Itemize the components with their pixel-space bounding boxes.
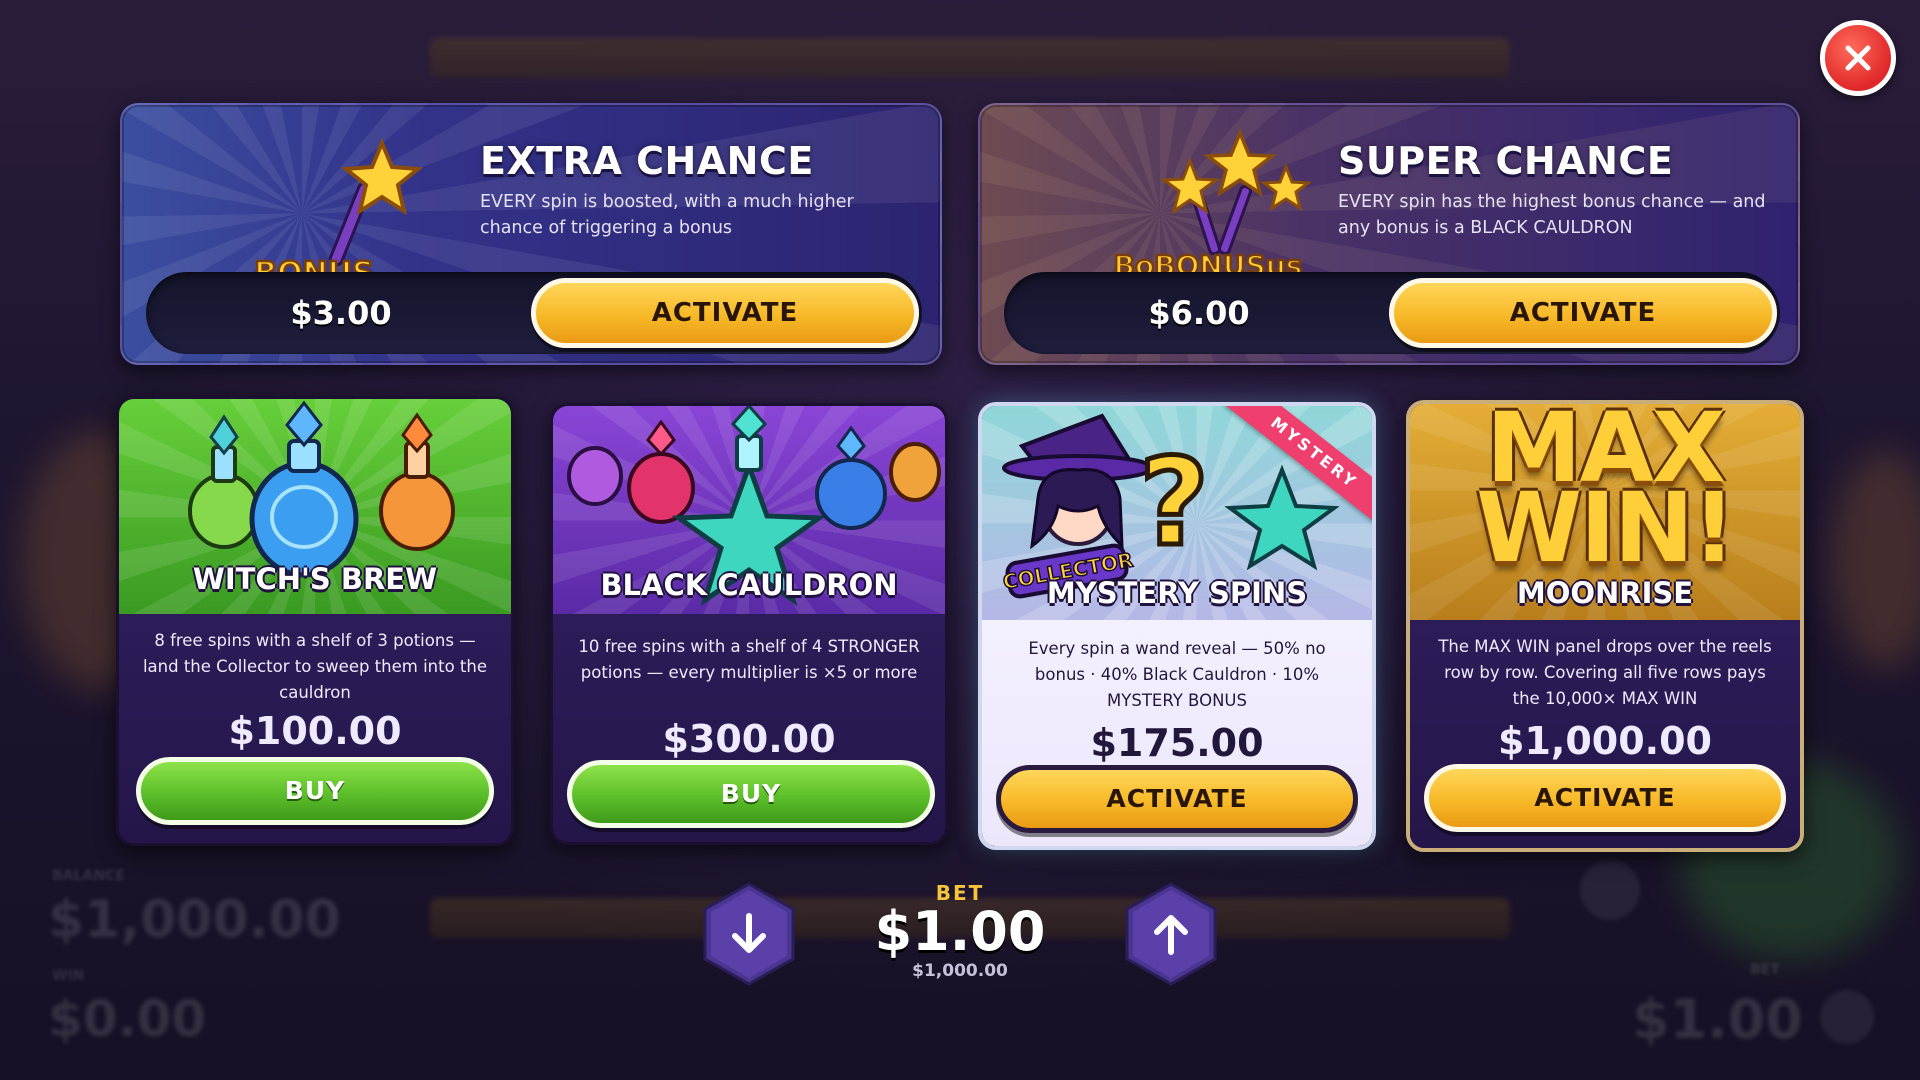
close-button[interactable] (1820, 20, 1896, 96)
witchs-brew-body: 8 free spins with a shelf of 3 potions —… (119, 614, 511, 843)
moonrise-price: $1,000.00 (1498, 719, 1712, 763)
extra-chance-price: $3.00 (290, 294, 392, 332)
extra-chance-title: EXTRA CHANCE (480, 139, 814, 183)
moonrise-card: MAX WIN! MOONRISE The MAX WIN panel drop… (1406, 400, 1804, 852)
background-win-label: WIN (52, 968, 85, 984)
black-cauldron-description: 10 free spins with a shelf of 4 STRONGER… (578, 637, 920, 682)
mystery-spins-body: Every spin a wand reveal — 50% no bonus … (982, 620, 1372, 846)
mystery-spins-price: $175.00 (1090, 721, 1264, 765)
moonrise-body: The MAX WIN panel drops over the reels r… (1410, 620, 1800, 848)
black-cauldron-card: BLACK CAULDRON 10 free spins with a shel… (550, 403, 948, 845)
black-cauldron-title: BLACK CAULDRON (600, 568, 898, 602)
witchs-brew-card: WITCH'S BREW 8 free spins with a shelf o… (116, 396, 514, 846)
super-chance-panel: BoBONUSus SUPER CHANCE EVERY spin has th… (978, 103, 1800, 365)
bonus-wand-icon: BONUS (253, 137, 424, 292)
super-chance-title: SUPER CHANCE (1338, 139, 1674, 183)
background-balance-value: $1,000.00 (48, 890, 341, 950)
background-win-value: $0.00 (48, 990, 207, 1048)
moonrise-art: MAX WIN! MOONRISE (1410, 404, 1800, 620)
mystery-spins-activate-button[interactable]: ACTIVATE (996, 765, 1358, 833)
super-chance-price-bar: $6.00 ACTIVATE (1004, 272, 1780, 354)
background-beam-top (430, 38, 1510, 78)
black-cauldron-price: $300.00 (662, 717, 836, 761)
extra-chance-activate-button[interactable]: ACTIVATE (531, 278, 919, 348)
super-chance-activate-button[interactable]: ACTIVATE (1389, 278, 1777, 348)
bet-value: $1.00 (874, 900, 1046, 963)
extra-chance-price-bar: $3.00 ACTIVATE (146, 272, 922, 354)
black-cauldron-body: 10 free spins with a shelf of 4 STRONGER… (553, 614, 945, 842)
max-win-art-line2: WIN! (1476, 472, 1736, 584)
bet-balance: $1,000.00 (912, 961, 1008, 981)
witchs-brew-buy-button[interactable]: BUY (136, 757, 494, 825)
witchs-brew-art: WITCH'S BREW (119, 399, 511, 614)
extra-chance-description: EVERY spin is boosted, with a much highe… (480, 192, 854, 238)
moonrise-description: The MAX WIN panel drops over the reels r… (1438, 637, 1772, 708)
black-cauldron-art: BLACK CAULDRON (553, 406, 945, 614)
bet-increase-button[interactable] (1125, 882, 1217, 986)
background-balance-label: BALANCE (52, 868, 125, 884)
moonrise-activate-button[interactable]: ACTIVATE (1424, 764, 1786, 832)
svg-text:?: ? (1139, 434, 1209, 573)
mystery-spins-title: MYSTERY SPINS (1046, 576, 1308, 610)
witchs-brew-title: WITCH'S BREW (192, 562, 438, 596)
moonrise-title: MOONRISE (1516, 576, 1694, 610)
black-cauldron-buy-button[interactable]: BUY (567, 760, 935, 828)
background-circle-2 (1820, 990, 1874, 1044)
mystery-spins-description: Every spin a wand reveal — 50% no bonus … (1028, 639, 1326, 710)
witchs-brew-price: $100.00 (228, 709, 402, 753)
mystery-spins-card: COLLECTOR ? MYSTERY MYSTERY SPINS Every … (978, 402, 1376, 850)
background-bet-label: BET (1750, 962, 1780, 978)
witchs-brew-description: 8 free spins with a shelf of 3 potions —… (142, 631, 488, 702)
mystery-spins-art: COLLECTOR ? MYSTERY MYSTERY SPINS (982, 406, 1372, 620)
super-bonus-wands-icon: BoBONUSus (1112, 128, 1313, 283)
background-bet-value: $1.00 (1632, 988, 1803, 1051)
super-chance-price: $6.00 (1148, 294, 1250, 332)
background-candle-glow-right (1830, 450, 1920, 670)
close-icon (1845, 45, 1871, 71)
super-chance-description: EVERY spin has the highest bonus chance … (1338, 192, 1766, 238)
bet-decrease-button[interactable] (703, 882, 795, 986)
extra-chance-panel: BONUS EXTRA CHANCE EVERY spin is boosted… (120, 103, 942, 365)
background-circle (1580, 860, 1640, 920)
